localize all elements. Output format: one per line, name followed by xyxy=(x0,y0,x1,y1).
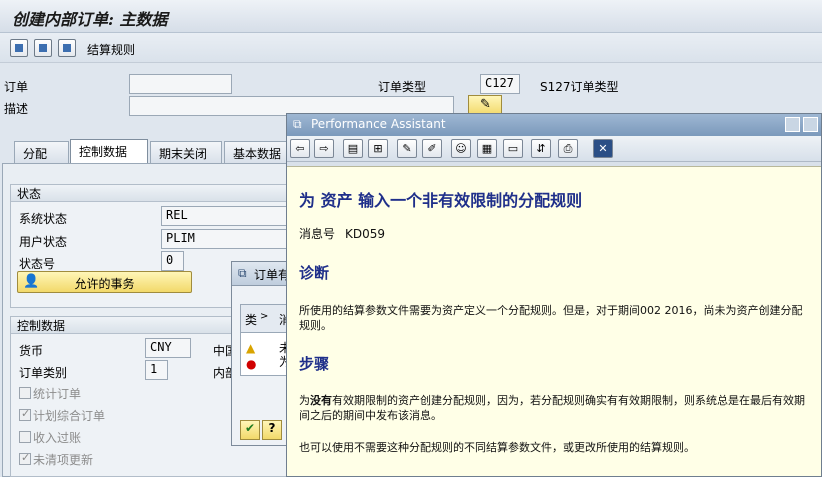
edit-pencil-icon: ✎ xyxy=(480,97,491,112)
order-type-label: 订单类型 xyxy=(378,80,427,94)
procedure-heading: 步骤 xyxy=(299,355,330,373)
user-status-field[interactable]: PLIM xyxy=(161,229,291,249)
dialog-window-icon: ⧉ xyxy=(238,266,247,280)
procedure-text-2: 也可以使用不需要这种分配规则的不同结算参数文件，或更改所使用的结算规则。 xyxy=(299,441,695,454)
minimize-button[interactable] xyxy=(785,117,800,132)
statistical-order-checkbox[interactable] xyxy=(19,387,31,399)
pa-title: Performance Assistant xyxy=(311,117,446,131)
forward-icon[interactable]: ⇨ xyxy=(314,139,334,158)
status-messages-dialog: 订单有 ⧉ 类 > 消 ▲ 未 ● 为 ✔ ? xyxy=(231,261,293,446)
commitment-update-label: 未清项更新 xyxy=(33,453,94,467)
edit-icon[interactable]: ✎ xyxy=(397,139,417,158)
tab-control-data[interactable]: 控制数据 xyxy=(70,139,148,164)
sort-arrow-icon: > xyxy=(260,311,269,322)
maximize-button[interactable] xyxy=(803,117,818,132)
plan-integrated-label: 计划综合订单 xyxy=(33,409,106,423)
structure-icon[interactable]: ⊞ xyxy=(368,139,388,158)
procedure-text: 为没有有效期限制的资产创建分配规则，因为，若分配规则确实有有效期限制，则系统总是… xyxy=(299,393,809,423)
help-icon: ? xyxy=(268,421,276,435)
diagnosis-text: 所使用的结算参数文件需要为资产定义一个分配规则。但是，对于期间002 2016，… xyxy=(299,304,803,332)
message-number-label: 消息号 xyxy=(299,227,336,241)
plan-integrated-checkbox[interactable] xyxy=(19,407,31,421)
back-icon[interactable]: ⇦ xyxy=(290,139,310,158)
message-number: KD059 xyxy=(345,227,386,241)
person-icon: 👤 xyxy=(23,274,40,289)
performance-assistant-window: ⧉ Performance Assistant ⇦ ⇨ ▤ ⊞ ✎ ✐ ☺ ▦ … xyxy=(286,113,822,477)
tab-assignment[interactable]: 分配 xyxy=(14,141,69,163)
order-field[interactable] xyxy=(129,74,232,94)
pa-heading: 为 资产 输入一个非有效限制的分配规则 xyxy=(299,191,583,210)
warning-icon: ▲ xyxy=(246,341,256,355)
order-category-field[interactable]: 1 xyxy=(145,360,168,380)
procedure-text-post: 有效期限制的资产创建分配规则，因为，若分配规则确实有有效期限制，则系统总是在最后… xyxy=(299,394,805,422)
window-title: 创建内部订单: 主数据 xyxy=(12,10,168,29)
pa-content: 为 资产 输入一个非有效限制的分配规则 消息号 KD059 诊断 所使用的结算参… xyxy=(287,166,821,476)
allowed-transactions-button[interactable]: 👤 允许的事务 xyxy=(17,271,192,293)
statistical-order-label: 统计订单 xyxy=(33,387,82,401)
revenue-postings-label: 收入过账 xyxy=(33,431,82,445)
order-label: 订单 xyxy=(4,80,29,94)
transfer-icon[interactable]: ⇵ xyxy=(531,139,551,158)
diagnosis-heading: 诊断 xyxy=(299,264,330,282)
book-icon[interactable]: ▤ xyxy=(343,139,363,158)
allowed-transactions-label: 允许的事务 xyxy=(74,277,135,291)
system-status-label: 系统状态 xyxy=(19,212,68,226)
currency-field[interactable]: CNY xyxy=(145,338,191,358)
people-icon[interactable]: ☺ xyxy=(451,139,471,158)
commitment-update-checkbox[interactable] xyxy=(19,451,31,465)
order-type-text: S127订单类型 xyxy=(540,80,619,94)
note-icon[interactable]: ✐ xyxy=(422,139,442,158)
pa-toolbar: ⇦ ⇨ ▤ ⊞ ✎ ✐ ☺ ▦ ▭ ⇵ ⎙ ✕ xyxy=(287,136,821,162)
help-button[interactable]: ? xyxy=(262,420,282,440)
close-icon[interactable]: ✕ xyxy=(593,139,613,158)
settlement-rule-button[interactable]: 结算规则 xyxy=(87,41,135,58)
window-icon[interactable]: ▭ xyxy=(503,139,523,158)
confirm-button[interactable]: ✔ xyxy=(240,420,260,440)
application-toolbar: 结算规则 xyxy=(0,33,822,63)
error-icon: ● xyxy=(246,357,257,371)
table-icon[interactable]: ▦ xyxy=(477,139,497,158)
tab-period-end[interactable]: 期末关闭 xyxy=(150,141,222,163)
order-type-field[interactable]: C127 xyxy=(480,74,520,94)
user-status-label: 用户状态 xyxy=(19,235,68,249)
pa-title-bar[interactable]: ⧉ Performance Assistant xyxy=(287,114,821,136)
type-column-header: 类 xyxy=(245,313,258,327)
system-status-field[interactable]: REL xyxy=(161,206,291,226)
messages-table: 类 > 消 ▲ 未 ● 为 xyxy=(240,304,293,376)
title-bar: 创建内部订单: 主数据 xyxy=(0,0,822,33)
pa-window-icon: ⧉ xyxy=(293,117,302,131)
order-category-label: 订单类别 xyxy=(19,366,68,380)
status-group-title: 状态 xyxy=(11,185,289,202)
procedure-text-pre: 为 xyxy=(299,394,310,407)
check-icon: ✔ xyxy=(244,421,256,435)
print-icon[interactable]: ⎙ xyxy=(558,139,578,158)
description-label: 描述 xyxy=(4,102,29,116)
settlement-rule-icon[interactable] xyxy=(58,39,76,57)
tab-basic-data[interactable]: 基本数据 xyxy=(224,141,290,163)
currency-label: 货币 xyxy=(19,344,44,358)
revenue-postings-checkbox[interactable] xyxy=(19,431,31,443)
status-number-label: 状态号 xyxy=(19,257,56,271)
procedure-text-bold: 没有 xyxy=(310,394,332,407)
display-icon[interactable] xyxy=(10,39,28,57)
status-number-field[interactable]: 0 xyxy=(161,251,184,271)
change-icon[interactable] xyxy=(34,39,52,57)
